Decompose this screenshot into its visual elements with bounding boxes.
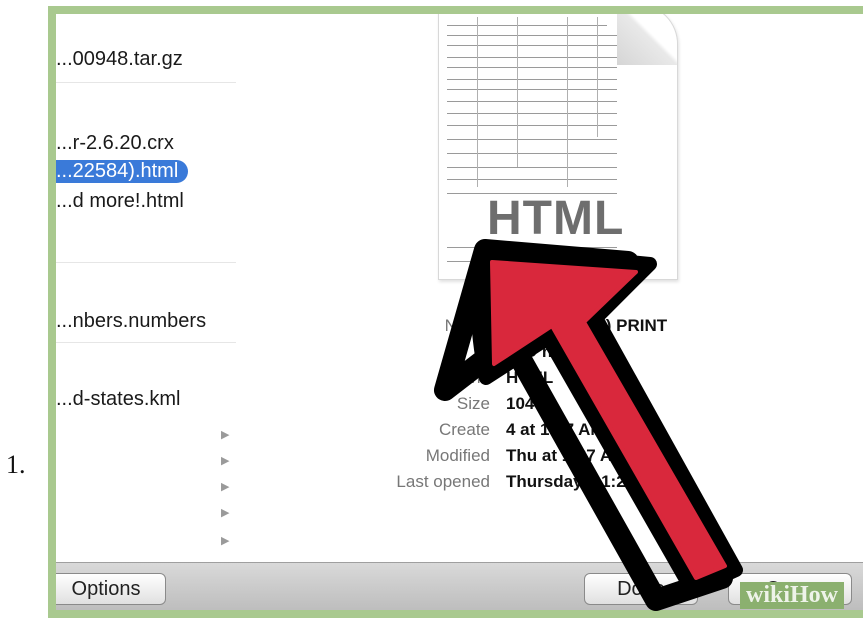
- wikihow-watermark: wikiHow: [740, 582, 845, 609]
- pointer-arrow-icon: [434, 239, 743, 611]
